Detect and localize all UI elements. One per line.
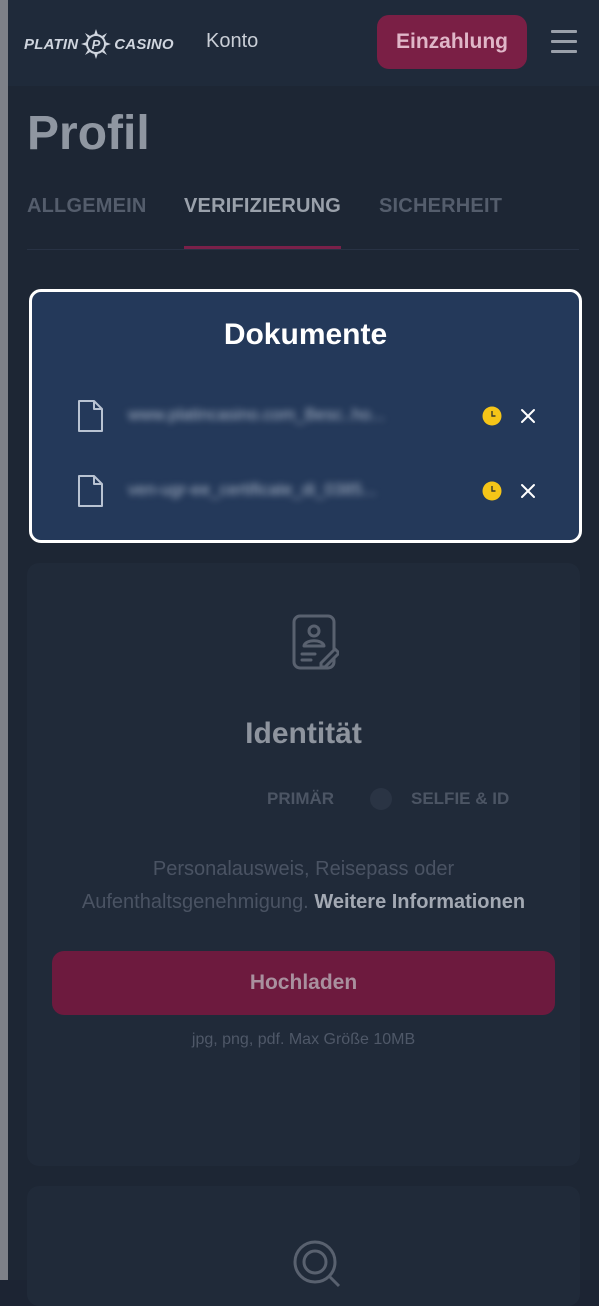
left-edge-rail — [0, 0, 8, 1280]
file-icon — [78, 475, 103, 507]
identity-description: Personalausweis, Reisepass oder Aufentha… — [47, 853, 560, 919]
logo-mark: P — [92, 37, 101, 52]
logo-text-right: CASINO — [114, 35, 174, 53]
close-icon[interactable] — [518, 481, 538, 501]
file-icon — [78, 400, 103, 432]
tab-verifizierung[interactable]: VERIFIZIERUNG — [184, 195, 341, 218]
nav-konto-link[interactable]: Konto — [206, 30, 258, 53]
identity-card: Identität PRIMÄR SELFIE & ID Personalaus… — [27, 563, 580, 1166]
more-info-link[interactable]: Weitere Informationen — [314, 891, 525, 913]
documents-panel: Dokumente www.platincasino.com_Besc..ho.… — [29, 289, 582, 543]
tab-sicherheit[interactable]: SICHERHEIT — [379, 195, 502, 218]
file-format-hint: jpg, png, pdf. Max Größe 10MB — [191, 1031, 416, 1048]
location-search-icon — [293, 1240, 341, 1288]
document-row: www.platincasino.com_Besc..ho... — [72, 396, 542, 436]
clock-icon — [482, 481, 502, 501]
documents-title: Dokumente — [223, 318, 388, 351]
identity-title: Identität — [245, 717, 362, 750]
document-row: ven-ugr-ee_certificate_di_0385... — [72, 471, 542, 511]
profile-tabs: ALLGEMEIN VERIFIZIERUNG SICHERHEIT — [27, 195, 579, 250]
hamburger-icon[interactable] — [551, 30, 577, 54]
id-card-icon — [292, 614, 339, 670]
top-header: PLATIN P CASINO Konto Einzahlung — [8, 0, 599, 86]
document-name: www.platincasino.com_Besc..ho... — [128, 405, 386, 424]
close-icon[interactable] — [518, 406, 538, 426]
logo-sun-icon: P — [81, 29, 112, 59]
active-tab-indicator — [184, 246, 341, 249]
step-primary: PRIMÄR — [267, 789, 335, 808]
platin-casino-logo[interactable]: PLATIN P CASINO — [24, 28, 174, 60]
step-selfie-id: SELFIE & ID — [411, 789, 510, 808]
clock-icon — [482, 406, 502, 426]
document-name: ven-ugr-ee_certificate_di_0385... — [128, 480, 377, 499]
page: PLATIN P CASINO Konto Einzahlung Profil … — [8, 0, 599, 1306]
logo-text-left: PLATIN — [24, 35, 79, 53]
tab-allgemein[interactable]: ALLGEMEIN — [27, 195, 147, 218]
page-title: Profil — [27, 107, 150, 160]
address-card — [27, 1186, 580, 1306]
upload-button[interactable]: Hochladen — [52, 951, 555, 1015]
deposit-button[interactable]: Einzahlung — [377, 15, 527, 69]
identity-steps: PRIMÄR SELFIE & ID — [27, 788, 580, 813]
step-chevron-icon — [370, 788, 392, 810]
